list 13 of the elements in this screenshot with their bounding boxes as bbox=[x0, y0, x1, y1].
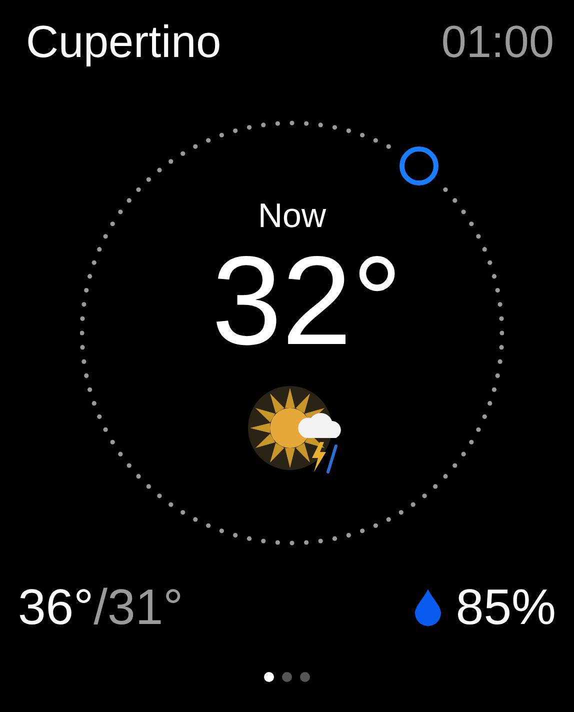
humidity-value: 85% bbox=[456, 578, 556, 636]
city-name: Cupertino bbox=[26, 16, 222, 68]
high-temperature: 36° bbox=[18, 579, 94, 635]
page-dot[interactable] bbox=[264, 672, 274, 682]
low-temperature: /31° bbox=[94, 579, 184, 635]
clock-time: 01:00 bbox=[441, 16, 554, 68]
now-label: Now bbox=[258, 196, 326, 236]
current-temperature: 32° bbox=[210, 238, 402, 364]
water-drop-icon bbox=[414, 588, 442, 626]
page-dot[interactable] bbox=[282, 672, 292, 682]
sun-cloud-lightning-icon bbox=[248, 384, 344, 476]
page-dot[interactable] bbox=[300, 672, 310, 682]
position-marker[interactable] bbox=[400, 146, 438, 186]
